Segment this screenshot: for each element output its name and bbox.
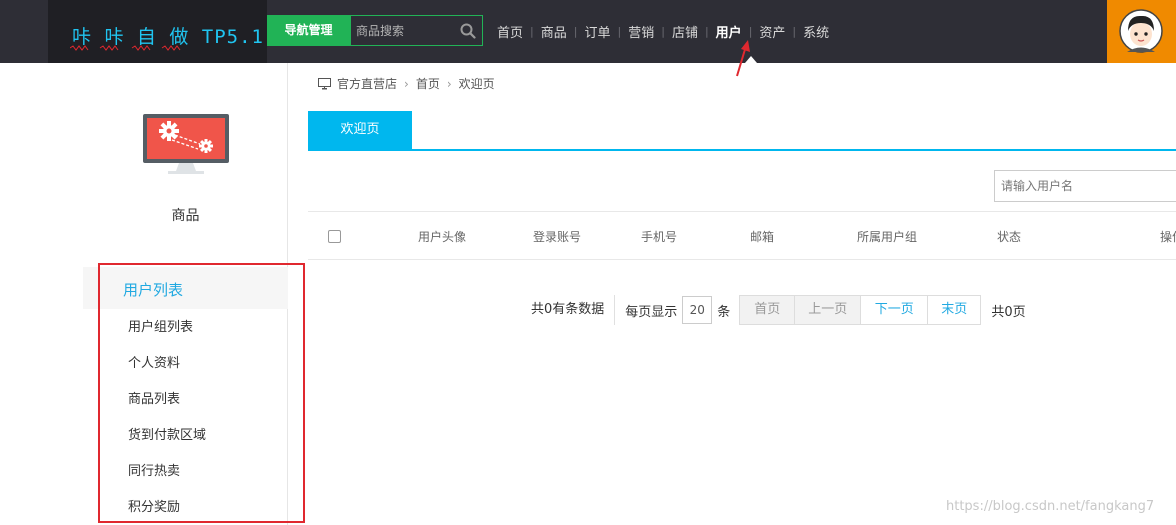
top-menu-assets[interactable]: 资产 (752, 22, 792, 41)
column-header-user-group: 所属用户组 (857, 230, 918, 244)
prev-page-button[interactable]: 上一页 (794, 295, 862, 325)
pagination-total: 共0有条数据 (531, 295, 616, 325)
first-page-button[interactable]: 首页 (739, 295, 796, 325)
tab-welcome[interactable]: 欢迎页 (308, 111, 412, 149)
top-menu-goods[interactable]: 商品 (534, 22, 574, 41)
column-header-status: 状态 (997, 230, 1022, 244)
breadcrumb-separator: › (446, 76, 452, 91)
pagination-per-page-label: 每页显示 (625, 304, 678, 320)
column-header-actions: 操作 (1160, 230, 1176, 244)
product-search (350, 15, 483, 46)
top-bar: 咔 咔 自 做 TP5.1 导航管理 首页 | 商品 | 订单 | 营销 | 店… (0, 0, 1176, 77)
top-menu-marketing[interactable]: 营销 (621, 22, 661, 41)
logo[interactable]: 咔 咔 自 做 TP5.1 (48, 0, 267, 63)
watermark: https://blog.csdn.net/fangkang7 (946, 499, 1155, 514)
nav-manage-button[interactable]: 导航管理 (267, 15, 350, 46)
column-header-phone: 手机号 (641, 230, 678, 244)
breadcrumb: 官方直营店 › 首页 › 欢迎页 (318, 75, 495, 92)
breadcrumb-shop[interactable]: 官方直营店 (337, 75, 397, 92)
top-menu-home[interactable]: 首页 (490, 22, 530, 41)
select-all-checkbox[interactable] (328, 230, 341, 243)
annotation-highlight-box (98, 263, 305, 523)
column-header-account: 登录账号 (533, 230, 582, 244)
pagination: 共0有条数据 每页显示 20 条 首页 上一页 下一页 末页 共0页 (531, 295, 1026, 325)
annotation-arrow-icon (736, 40, 750, 77)
avatar (1119, 9, 1163, 53)
last-page-button[interactable]: 末页 (927, 295, 982, 325)
next-page-button[interactable]: 下一页 (860, 295, 929, 325)
product-search-input[interactable] (351, 16, 455, 45)
breadcrumb-current: 欢迎页 (458, 77, 495, 91)
sidebar-category: 商品 (171, 208, 200, 224)
breadcrumb-separator: › (404, 76, 409, 91)
column-header-email: 邮箱 (750, 230, 775, 244)
page-size-input[interactable]: 20 (682, 296, 713, 324)
monitor-icon (318, 77, 331, 89)
column-header-avatar: 用户头像 (418, 230, 467, 244)
top-menu-shop[interactable]: 店铺 (665, 22, 705, 41)
username-filter-input[interactable] (994, 170, 1176, 202)
search-icon[interactable] (460, 23, 476, 39)
pagination-unit: 条 (717, 304, 731, 320)
user-avatar-button[interactable] (1107, 0, 1176, 63)
monitor-gears-icon (143, 114, 229, 174)
top-menu-users[interactable]: 用户 (709, 22, 749, 41)
pagination-page-count: 共0页 (991, 304, 1026, 320)
logo-underline-squiggle (70, 45, 181, 51)
tab-bar: 欢迎页 (308, 111, 1176, 151)
top-menu-orders[interactable]: 订单 (577, 22, 617, 41)
breadcrumb-home[interactable]: 首页 (416, 75, 440, 92)
top-menu-system[interactable]: 系统 (796, 22, 836, 41)
top-menu: 首页 | 商品 | 订单 | 营销 | 店铺 | 用户 | 资产 | 系统 (490, 0, 836, 63)
table-header: 用户头像 登录账号 手机号 邮箱 所属用户组 状态 操作 (308, 211, 1176, 260)
